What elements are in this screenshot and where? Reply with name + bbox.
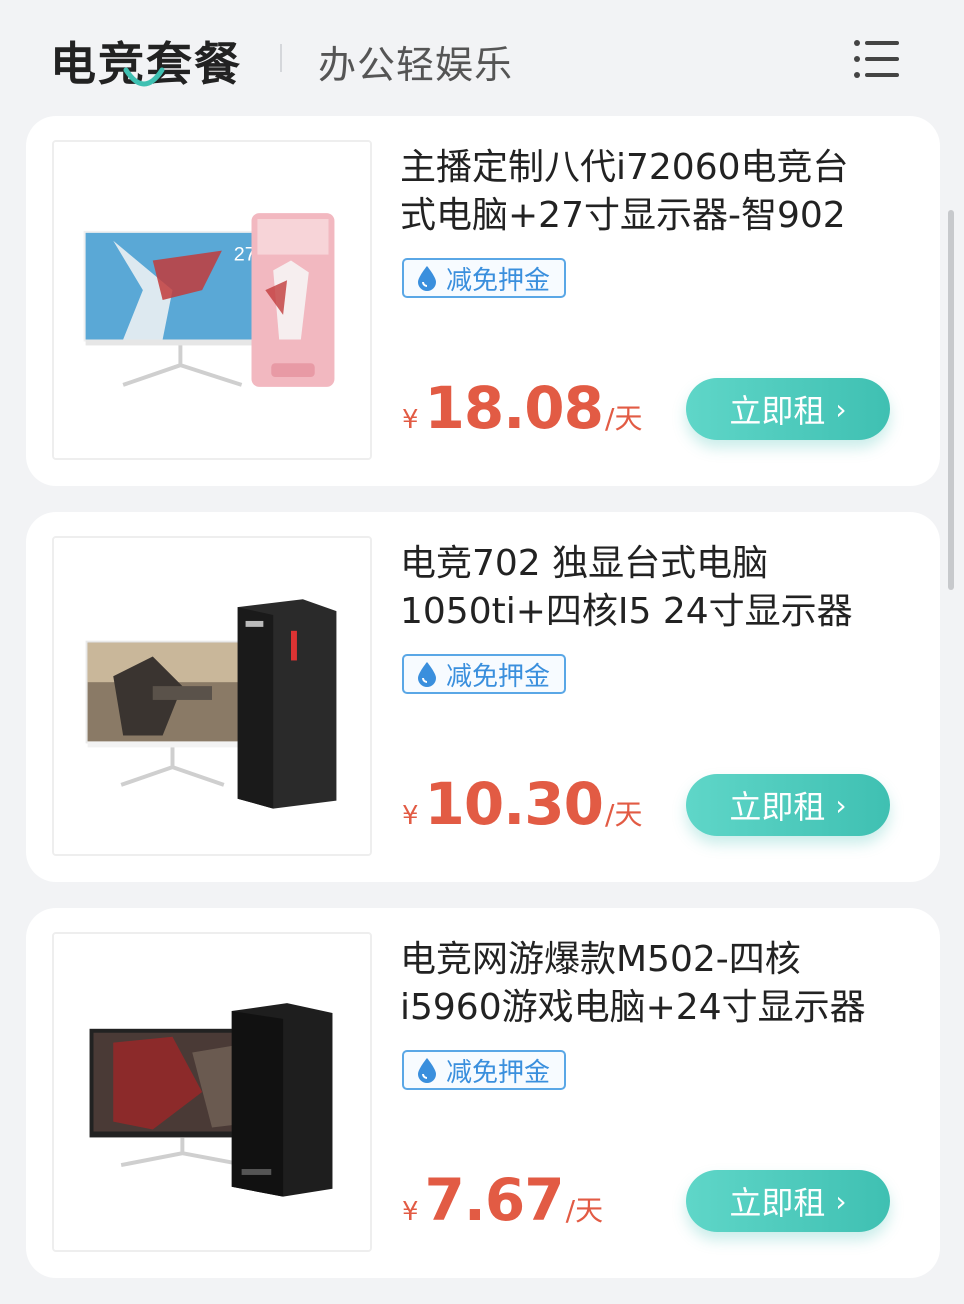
currency-symbol: ¥ [402, 801, 419, 831]
rent-now-button[interactable]: 立即租 › [686, 774, 890, 836]
rent-now-button[interactable]: 立即租 › [686, 378, 890, 440]
tab-divider [280, 44, 282, 72]
price-unit: /天 [565, 1194, 604, 1227]
water-drop-icon [418, 662, 436, 687]
hamburger-menu-icon[interactable] [852, 38, 902, 80]
rent-button-label: 立即租 [729, 392, 826, 430]
badge-label: 减免押金 [446, 661, 551, 692]
deposit-waiver-badge: 减免押金 [402, 654, 567, 694]
product-card[interactable]: 电竞网游爆款M502-四核 i5960游戏电脑+24寸显示器 减免押金 ¥ 7.… [26, 908, 940, 1278]
currency-symbol: ¥ [402, 1197, 419, 1227]
product-card[interactable]: 27" 主播定制八代i72060电竞台 式电脑+27寸显示器-智902 减免押金 [26, 116, 940, 486]
chevron-right-icon: › [835, 788, 847, 822]
tab-office-entertainment[interactable]: 办公轻娱乐 [318, 34, 513, 89]
water-drop-icon [418, 1058, 436, 1083]
chevron-right-icon: › [835, 1184, 847, 1218]
product-image-pc-pink-case[interactable]: 27" [52, 140, 372, 460]
price-value: 18.08 [424, 374, 604, 442]
product-title-line-1: 主播定制八代i72060电竞台 [400, 147, 849, 188]
product-card[interactable]: 电竞702 独显台式电脑 1050ti+四核I5 24寸显示器 减免押金 ¥ 1… [26, 512, 940, 882]
currency-symbol: ¥ [402, 405, 419, 435]
product-image-pc-black-case[interactable] [52, 536, 372, 856]
price: ¥ 18.08 /天 [402, 374, 642, 442]
product-title-line-2: 式电脑+27寸显示器-智902 [400, 195, 846, 236]
product-title[interactable]: 主播定制八代i72060电竞台 式电脑+27寸显示器-智902 [400, 144, 900, 240]
badge-label: 减免押金 [446, 1057, 551, 1088]
smile-underline-icon [123, 67, 165, 87]
rent-button-label: 立即租 [729, 788, 826, 826]
price: ¥ 7.67 /天 [402, 1166, 603, 1234]
price-unit: /天 [605, 402, 643, 435]
product-list: 27" 主播定制八代i72060电竞台 式电脑+27寸显示器-智902 减免押金 [26, 116, 940, 1304]
deposit-waiver-badge: 减免押金 [402, 258, 567, 298]
product-title-line-1: 电竞702 独显台式电脑 [400, 543, 769, 584]
product-title-line-2: 1050ti+四核I5 24寸显示器 [400, 591, 853, 632]
product-title[interactable]: 电竞网游爆款M502-四核 i5960游戏电脑+24寸显示器 [400, 936, 900, 1032]
price-unit: /天 [605, 798, 643, 831]
rent-button-label: 立即租 [729, 1184, 826, 1222]
product-title[interactable]: 电竞702 独显台式电脑 1050ti+四核I5 24寸显示器 [400, 540, 900, 636]
badge-label: 减免押金 [446, 265, 551, 296]
deposit-waiver-badge: 减免押金 [402, 1050, 567, 1090]
rent-now-button[interactable]: 立即租 › [686, 1170, 890, 1232]
price-value: 7.67 [424, 1166, 565, 1234]
product-title-line-2: i5960游戏电脑+24寸显示器 [400, 987, 866, 1028]
chevron-right-icon: › [835, 392, 847, 426]
product-title-line-1: 电竞网游爆款M502-四核 [400, 939, 801, 980]
scrollbar[interactable] [948, 210, 954, 590]
top-tab-bar: 电竞套餐 办公轻娱乐 [0, 0, 964, 112]
product-image-pc-tower[interactable] [52, 932, 372, 1252]
price: ¥ 10.30 /天 [402, 770, 642, 838]
price-value: 10.30 [424, 770, 604, 838]
water-drop-icon [418, 266, 436, 291]
